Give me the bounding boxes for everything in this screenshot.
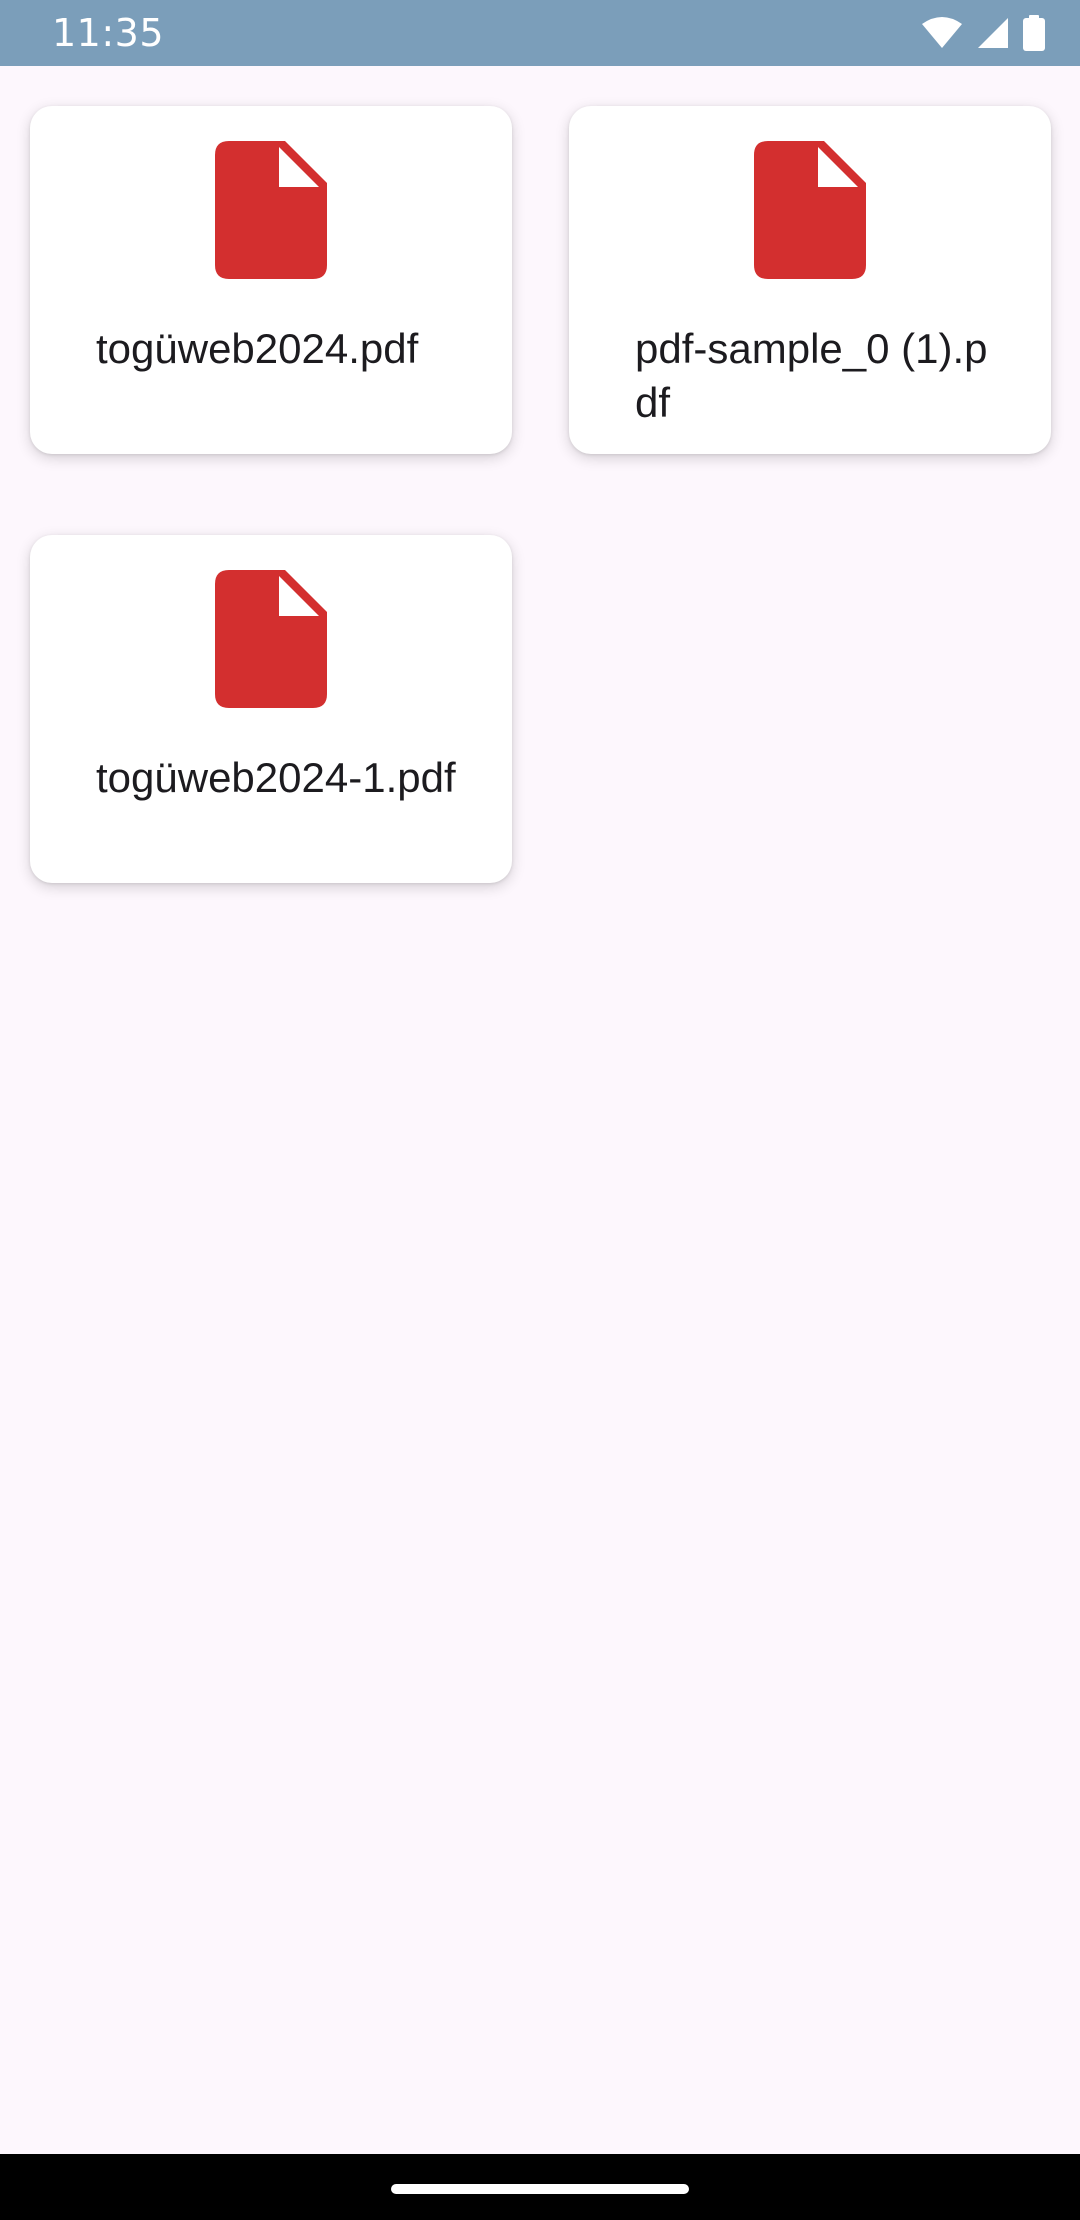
status-time: 11:35 [52,11,165,55]
file-card[interactable]: togüweb2024-1.pdf [30,535,512,883]
pdf-file-icon [215,141,327,279]
navigation-bar [0,2154,1080,2220]
pdf-file-icon [754,141,866,279]
wifi-icon [920,16,964,50]
home-gesture-handle[interactable] [391,2184,689,2194]
pdf-file-icon [215,570,327,708]
file-name: pdf-sample_0 (1).pdf [635,325,988,426]
cellular-signal-icon [976,16,1010,50]
file-name: togüweb2024-1.pdf [96,754,456,801]
file-card[interactable]: pdf-sample_0 (1).pdf [569,106,1051,454]
battery-icon [1022,15,1046,51]
file-name: togüweb2024.pdf [96,325,419,372]
file-card[interactable]: togüweb2024.pdf [30,106,512,454]
status-bar: 11:35 [0,0,1080,66]
status-icons [920,14,1046,52]
